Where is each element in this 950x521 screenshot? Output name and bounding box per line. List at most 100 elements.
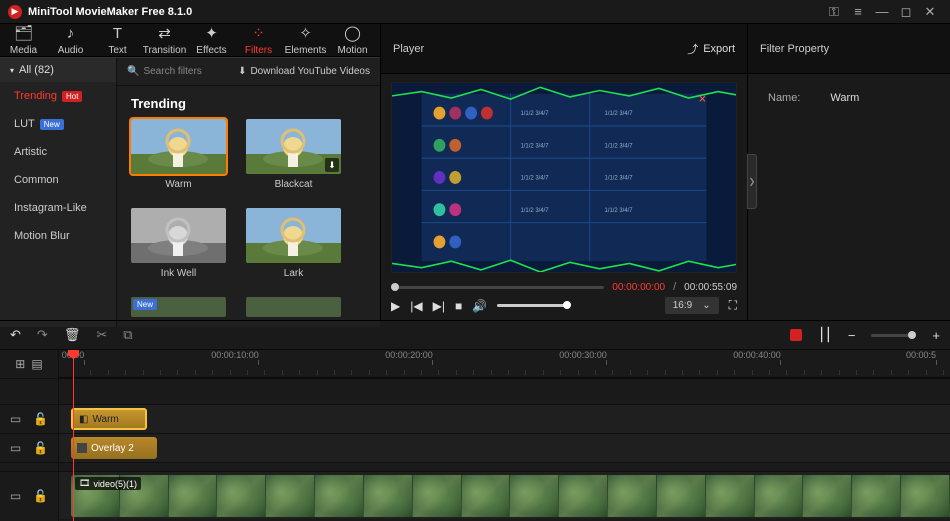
sidebar-header-label: All (82) — [19, 64, 54, 76]
upgrade-icon[interactable]: ⚿ — [822, 4, 846, 20]
progress-slider[interactable] — [391, 286, 604, 289]
volume-slider[interactable] — [497, 304, 567, 307]
ruler-tick: 00:00:5 — [921, 350, 950, 365]
collapse-panel-button[interactable]: ❯ — [747, 154, 757, 209]
tab-effects[interactable]: ✦Effects — [188, 24, 235, 56]
timeline-ruler[interactable]: 00:0000:00:10:0000:00:20:0000:00:30:0000… — [59, 350, 950, 378]
filter-item[interactable] — [246, 297, 341, 317]
filter-label: Lark — [284, 268, 303, 279]
stop-button[interactable]: ■ — [455, 299, 462, 313]
close-button[interactable]: ✕ — [918, 4, 942, 20]
next-frame-button[interactable]: ▶| — [433, 299, 445, 313]
minimize-button[interactable]: — — [870, 4, 894, 19]
sidebar-item-common[interactable]: Common — [0, 166, 116, 194]
clip-video[interactable]: 🎞video(5)(1) — [71, 475, 950, 517]
track-visibility-toggle[interactable]: ▭ — [10, 412, 21, 426]
property-name-label: Name: — [768, 92, 800, 104]
category-sidebar: ▾ All (82) TrendingHotLUTNewArtisticComm… — [0, 58, 117, 327]
filter-track[interactable]: ◧ Warm — [59, 404, 950, 433]
prev-frame-button[interactable]: |◀ — [410, 299, 422, 313]
track-visibility-toggle[interactable]: ▭ — [10, 441, 21, 455]
new-badge: New — [133, 299, 157, 310]
undo-button[interactable]: ↶ — [10, 327, 21, 343]
chevron-down-icon: ⌄ — [702, 300, 710, 311]
volume-icon[interactable]: 🔊 — [472, 299, 487, 313]
zoom-in-button[interactable]: + — [932, 328, 940, 343]
filter-thumbnail — [131, 208, 226, 263]
snap-button[interactable]: ⎮⎮ — [818, 327, 832, 343]
sidebar-item-motionblur[interactable]: Motion Blur — [0, 222, 116, 250]
delete-button[interactable]: 🗑 — [64, 327, 81, 343]
marker-button[interactable] — [790, 329, 802, 341]
search-icon: 🔍 — [127, 66, 139, 77]
crop-button[interactable]: ⧉ — [123, 327, 132, 343]
sidebar-item-instagramlike[interactable]: Instagram-Like — [0, 194, 116, 222]
maximize-button[interactable]: ◻ — [894, 4, 918, 20]
tab-elements[interactable]: ✧Elements — [282, 24, 329, 56]
media-icon: 🗂 — [14, 24, 33, 42]
aspect-ratio-select[interactable]: 16:9 ⌄ — [665, 297, 719, 314]
badge: Hot — [62, 91, 82, 102]
export-button[interactable]: ⤴ Export — [687, 41, 735, 57]
zoom-out-button[interactable]: − — [848, 328, 856, 343]
app-logo: ▶ — [8, 5, 22, 19]
filter-item-inkwell[interactable]: Ink Well — [131, 208, 226, 279]
svg-text:1/1/2 3/4/7: 1/1/2 3/4/7 — [605, 110, 634, 117]
tab-filters[interactable]: ⁘Filters — [235, 24, 282, 56]
zoom-slider[interactable] — [871, 334, 916, 337]
filter-thumbnail — [131, 119, 226, 174]
split-button[interactable]: ✂ — [96, 327, 107, 343]
track-lock-toggle[interactable]: 🔓 — [33, 412, 48, 426]
elements-icon: ✧ — [299, 24, 312, 42]
filter-thumbnail: New — [131, 297, 226, 317]
tab-motion[interactable]: ◯Motion — [329, 24, 376, 56]
clip-overlay[interactable]: Overlay 2 — [71, 437, 157, 459]
chevron-down-icon: ▾ — [10, 66, 14, 75]
fullscreen-button[interactable]: ⛶ — [729, 298, 737, 313]
image-icon — [77, 443, 87, 453]
track-options-button[interactable]: ▤ — [31, 357, 42, 371]
menu-icon[interactable]: ≡ — [846, 4, 870, 19]
property-panel: Filter Property ❯ Name: Warm — [748, 24, 950, 320]
playhead[interactable] — [73, 350, 74, 521]
main-toolbar: 🗂Media♪AudioTText⇄Transition✦Effects⁘Fil… — [0, 24, 380, 57]
property-name-value: Warm — [830, 92, 859, 104]
ruler-tick: 00:00:40:00 — [757, 350, 805, 365]
player-title: Player — [393, 43, 424, 55]
search-filters-input[interactable]: 🔍 Search filters — [127, 66, 232, 77]
play-button[interactable]: ▶ — [391, 299, 400, 313]
tab-text[interactable]: TText — [94, 24, 141, 56]
filter-item-blackcat[interactable]: ⬇Blackcat — [246, 119, 341, 190]
download-youtube-link[interactable]: ⬇ Download YouTube Videos — [238, 66, 370, 77]
filter-thumbnail: ⬇ — [246, 119, 341, 174]
clip-warm[interactable]: ◧ Warm — [71, 408, 147, 430]
sidebar-item-lut[interactable]: LUTNew — [0, 110, 116, 138]
filter-item-warm[interactable]: Warm — [131, 119, 226, 190]
add-track-button[interactable]: ⊞ — [15, 357, 25, 371]
titlebar: ▶ MiniTool MovieMaker Free 8.1.0 ⚿ ≡ — ◻… — [0, 0, 950, 24]
filter-label: Ink Well — [161, 268, 196, 279]
filter-item[interactable]: New — [131, 297, 226, 317]
track-lock-toggle[interactable]: 🔓 — [33, 441, 48, 455]
redo-button[interactable]: ↷ — [37, 327, 48, 343]
sidebar-header[interactable]: ▾ All (82) — [0, 58, 116, 82]
filter-icon: ◧ — [79, 414, 88, 425]
transition-icon: ⇄ — [158, 24, 171, 42]
download-icon: ⬇ — [325, 158, 339, 172]
video-track[interactable]: 🎞video(5)(1) — [59, 471, 950, 519]
tab-transition[interactable]: ⇄Transition — [141, 24, 188, 56]
track-lock-toggle[interactable]: 🔓 — [33, 489, 48, 503]
player-panel: Player ⤴ Export — [380, 24, 748, 320]
ruler-tick: 00:00:30:00 — [583, 350, 631, 365]
sidebar-item-artistic[interactable]: Artistic — [0, 138, 116, 166]
tab-audio[interactable]: ♪Audio — [47, 24, 94, 56]
sidebar-item-trending[interactable]: TrendingHot — [0, 82, 116, 110]
video-preview[interactable]: 1/1/2 3/4/71/1/2 3/4/7 1/1/2 3/4/71/1/2 … — [391, 82, 737, 273]
download-icon: ⬇ — [238, 66, 246, 77]
track-visibility-toggle[interactable]: ▭ — [10, 489, 21, 503]
tab-media[interactable]: 🗂Media — [0, 24, 47, 56]
svg-text:✕: ✕ — [698, 94, 706, 105]
motion-icon: ◯ — [344, 24, 361, 42]
overlay-track[interactable]: Overlay 2 — [59, 433, 950, 462]
filter-item-lark[interactable]: Lark — [246, 208, 341, 279]
